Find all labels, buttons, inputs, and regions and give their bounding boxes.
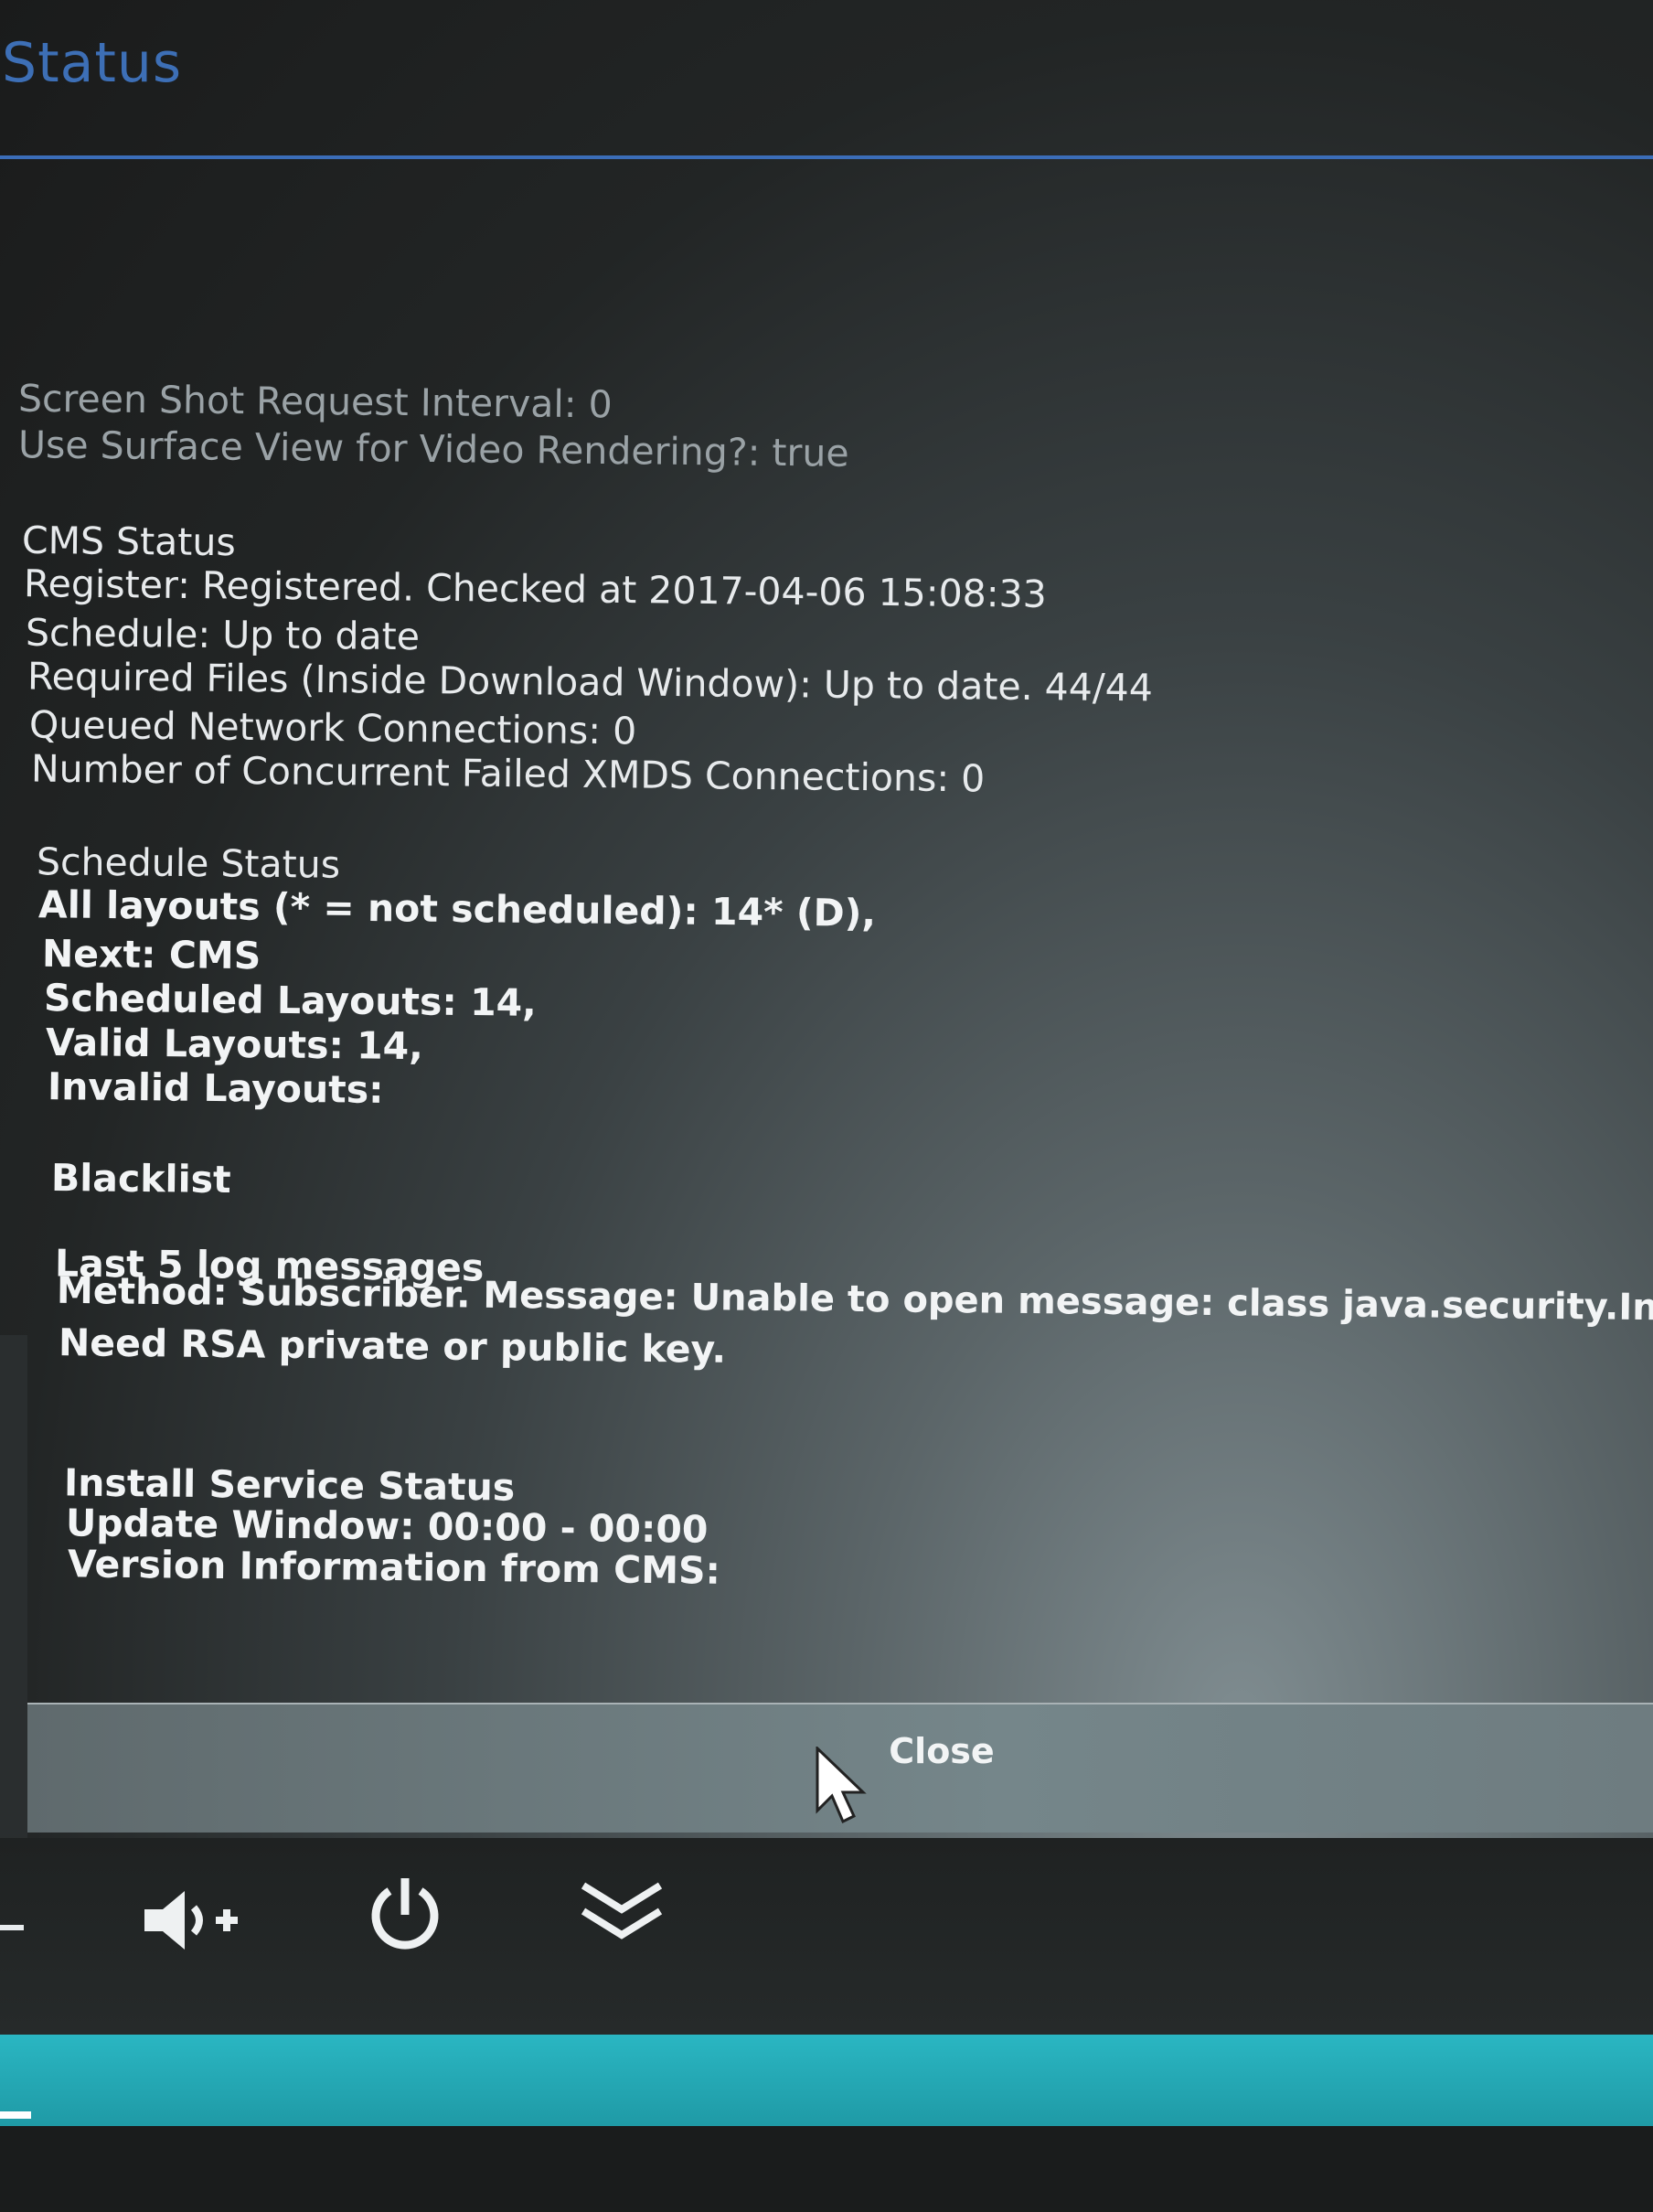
screenshot-interval-line: Screen Shot Request Interval: 0 — [17, 376, 613, 427]
register-line: Register: Registered. Checked at 2017-04… — [23, 561, 1048, 616]
bottom-bezel — [0, 2126, 1653, 2212]
volume-up-icon[interactable] — [137, 1884, 247, 1961]
queued-connections-line: Queued Network Connections: 0 — [28, 702, 637, 753]
mouse-cursor-icon — [814, 1745, 869, 1833]
left-edge — [0, 1335, 27, 1838]
required-files-line: Required Files (Inside Download Window):… — [27, 654, 1154, 711]
all-layouts-line: All layouts (* = not scheduled): 14* (D)… — [37, 882, 877, 935]
blacklist-heading: Blacklist — [50, 1155, 231, 1202]
title-divider — [0, 155, 1653, 159]
footer-divider — [27, 1703, 1653, 1704]
version-info-line: Version Information from CMS: — [67, 1542, 721, 1593]
valid-layouts-line: Valid Layouts: 14, — [45, 1020, 424, 1069]
rsa-key-line: Need RSA private or public key. — [58, 1320, 727, 1372]
cms-status-heading: CMS Status — [21, 518, 236, 565]
close-button[interactable]: Close — [850, 1719, 1033, 1783]
teal-bar-marker-icon — [0, 2111, 31, 2119]
next-line: Next: CMS — [41, 931, 261, 978]
dialog-title: Status — [2, 31, 183, 95]
failed-xmds-line: Number of Concurrent Failed XMDS Connect… — [30, 746, 986, 801]
power-icon[interactable] — [364, 1873, 446, 1959]
surface-view-line: Use Surface View for Video Rendering?: t… — [17, 422, 849, 476]
nav-edge-icon — [0, 1918, 27, 1936]
schedule-status-heading: Schedule Status — [36, 839, 341, 887]
schedule-line: Schedule: Up to date — [25, 610, 421, 659]
invalid-layouts-line: Invalid Layouts: — [47, 1064, 384, 1112]
navigation-bar — [0, 1838, 1653, 2035]
screen: Status Screen Shot Request Interval: 0 U… — [0, 0, 1653, 2212]
teal-bar — [0, 2035, 1653, 2126]
status-text-area[interactable]: Screen Shot Request Interval: 0 Use Surf… — [0, 329, 1653, 1829]
scheduled-layouts-line: Scheduled Layouts: 14, — [43, 976, 538, 1025]
chevron-double-down-icon[interactable] — [576, 1875, 667, 1951]
